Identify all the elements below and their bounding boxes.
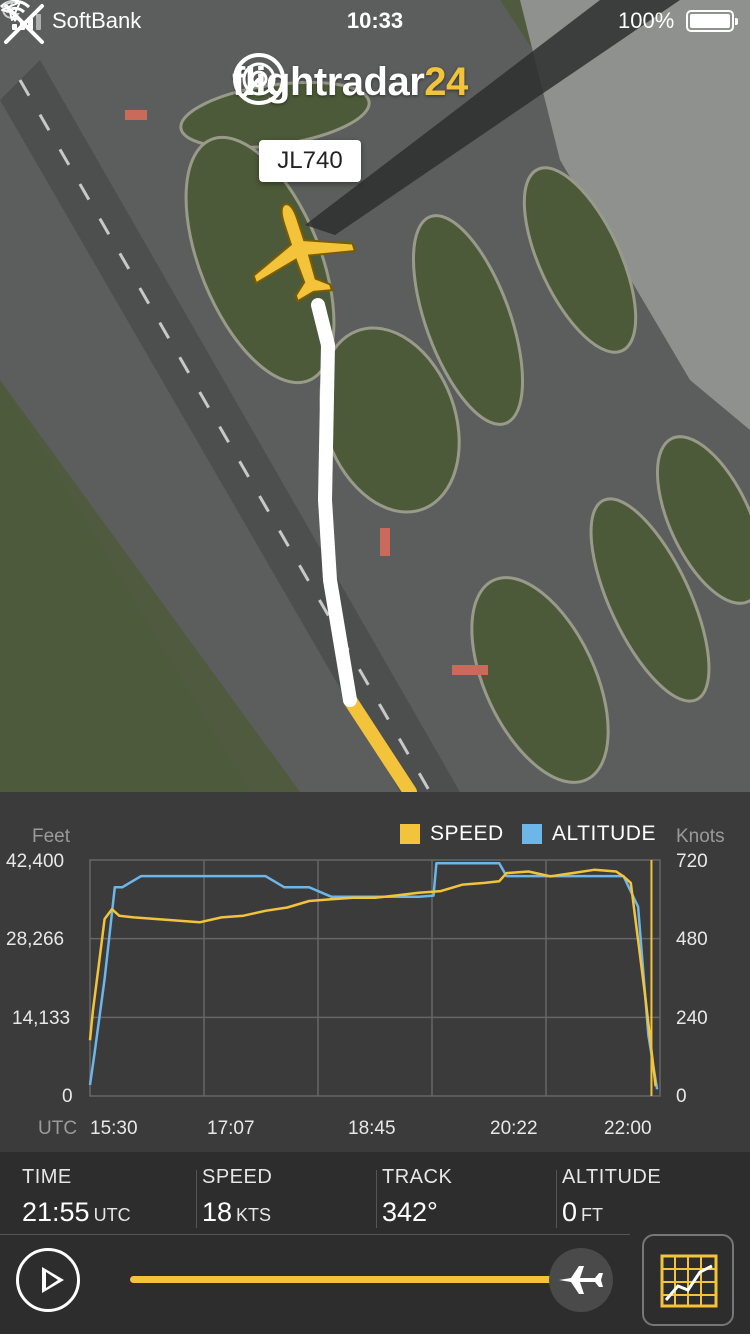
stat-altitude-value: 0 xyxy=(562,1197,578,1227)
stat-time: TIME 21:55 UTC xyxy=(22,1166,131,1228)
stat-speed-value: 18 xyxy=(202,1197,233,1227)
close-icon[interactable] xyxy=(0,0,48,48)
stat-time-value: 21:55 xyxy=(22,1197,90,1227)
chart-toggle-button[interactable] xyxy=(642,1234,734,1326)
battery-percent: 100% xyxy=(618,8,675,33)
plane-knob-icon xyxy=(559,1266,604,1294)
map-view[interactable]: SoftBank 10:33 100% flightradar24 JL740 xyxy=(0,0,750,792)
stats-row: TIME 21:55 UTC SPEED 18 KTS TRACK 342° ALT… xyxy=(0,1152,750,1234)
stat-track-label: TRACK xyxy=(382,1166,453,1188)
chart-toggle-icon xyxy=(660,1254,718,1308)
flight-callsign-label[interactable]: JL740 xyxy=(259,140,361,182)
playback-slider[interactable] xyxy=(130,1276,582,1283)
stat-track: TRACK 342° xyxy=(382,1166,452,1228)
plot-frame xyxy=(89,859,661,1097)
stat-speed-unit: KTS xyxy=(236,1205,272,1225)
divider xyxy=(556,1170,557,1228)
stat-speed: SPEED 18 KTS xyxy=(202,1166,272,1228)
speed-altitude-chart: Feet Knots SPEED ALTITUDE 42,400 28,266 … xyxy=(0,792,750,1152)
stat-time-label: TIME xyxy=(22,1166,72,1188)
stat-time-unit: UTC xyxy=(93,1205,131,1225)
chart-plot-area[interactable] xyxy=(0,792,750,1152)
play-icon[interactable] xyxy=(16,1248,80,1312)
series-line-speed xyxy=(88,868,657,1087)
playback-slider-thumb[interactable] xyxy=(549,1248,614,1312)
satellite-map xyxy=(0,0,750,792)
playback-controls xyxy=(0,1234,750,1334)
stat-altitude: ALTITUDE 0 FT xyxy=(562,1166,661,1228)
stat-track-value: 342° xyxy=(382,1197,438,1227)
divider xyxy=(196,1170,197,1228)
logo-radar-icon xyxy=(233,53,285,105)
stat-altitude-unit: FT xyxy=(581,1205,604,1225)
flightradar-logo: flightradar24 xyxy=(232,52,468,112)
flight-data-panel: Feet Knots SPEED ALTITUDE 42,400 28,266 … xyxy=(0,792,750,1334)
battery-icon xyxy=(686,10,738,32)
status-bar: SoftBank 10:33 100% xyxy=(0,0,750,40)
stat-altitude-label: ALTITUDE xyxy=(562,1166,662,1188)
stat-speed-label: SPEED xyxy=(202,1166,273,1188)
divider xyxy=(376,1170,377,1228)
